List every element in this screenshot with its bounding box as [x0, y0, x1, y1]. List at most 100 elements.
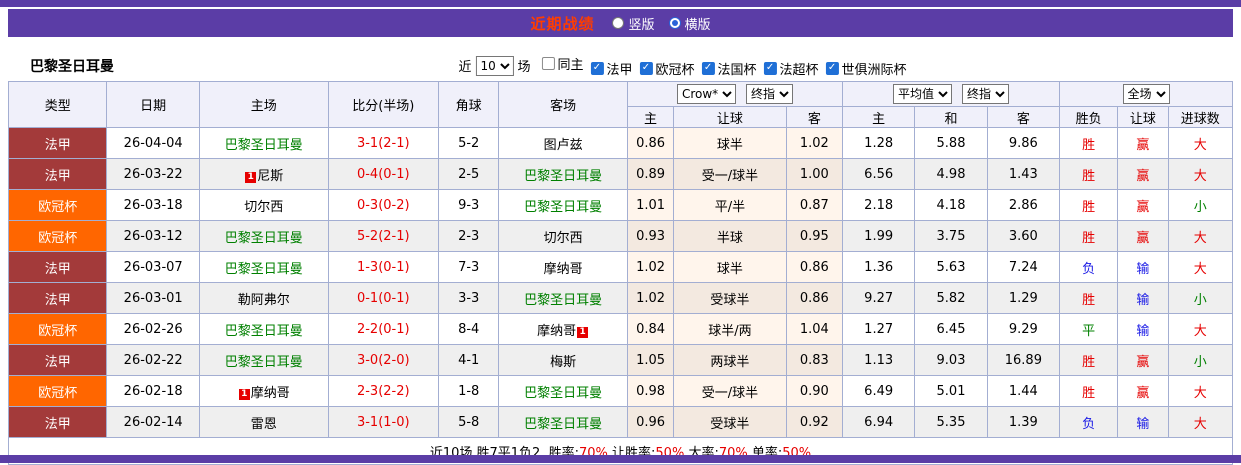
match-row: 欧冠杯 26-03-18 切尔西 0-3(0-2) 9-3 巴黎圣日耳曼 1.0…	[7, 189, 1234, 221]
checkbox-label: 法甲	[606, 62, 633, 78]
cell-avg-home: 6.56	[841, 158, 916, 190]
cell-avg-draw: 5.82	[914, 282, 988, 314]
cell-avg-away: 1.43	[986, 158, 1061, 190]
title-bar: 近期战绩 竖版 横版	[8, 9, 1233, 37]
cell-result-handicap: 输	[1117, 406, 1169, 438]
cell-league-type: 法甲	[7, 158, 108, 190]
col-header-date: 日期	[106, 81, 200, 128]
match-row: 法甲 26-03-22 1 尼斯 0-4(0-1) 2-5 巴黎圣日耳曼 0.89…	[7, 158, 1234, 190]
radio-label-vertical: 竖版	[628, 17, 655, 33]
cell-result-wl: 胜	[1059, 127, 1119, 159]
bookmaker-select[interactable]: Crow*	[676, 84, 736, 104]
cell-corner: 9-3	[438, 189, 500, 221]
cell-result-goals: 大	[1167, 158, 1234, 190]
filter-checkbox[interactable]: ✓ 世俱洲际杯	[825, 59, 907, 78]
cell-result-wl: 平	[1059, 313, 1119, 345]
checkbox-icon	[541, 57, 555, 70]
results-table: 类型 日期 主场 比分(半场) 角球 客场 Crow* 终指 平均值 终指 全场 主…	[7, 81, 1234, 465]
checkbox-icon: ✓	[590, 61, 604, 75]
cell-home-team: 1 尼斯	[198, 158, 329, 190]
recent-results-panel: 近期战绩 竖版 横版 巴黎圣日耳曼 近 10 场 同主 ✓ 法甲 ✓ 欧冠杯 ✓ 法国杯 ✓ 法…	[7, 9, 1234, 465]
cell-league-type: 法甲	[7, 127, 108, 159]
cell-score: 2-3(2-2)	[327, 375, 440, 407]
radio-horizontal-layout[interactable]: 横版	[668, 14, 711, 33]
cell-avg-away: 1.39	[986, 406, 1061, 438]
cell-result-goals: 大	[1167, 375, 1234, 407]
cell-result-wl: 胜	[1059, 344, 1119, 376]
cell-result-handicap: 输	[1117, 282, 1169, 314]
cell-avg-away: 9.86	[986, 127, 1061, 159]
cell-odds-home: 0.96	[626, 406, 675, 438]
cell-result-goals: 大	[1167, 406, 1234, 438]
recent-count-select[interactable]: 10	[475, 55, 514, 76]
match-row: 法甲 26-03-07 巴黎圣日耳曼 1-3(0-1) 7-3 摩纳哥 1.02…	[7, 251, 1234, 283]
cell-odds-away: 0.95	[785, 220, 843, 252]
cell-away-team: 巴黎圣日耳曼	[498, 375, 628, 407]
cell-result-wl: 胜	[1059, 158, 1119, 190]
radio-vertical-layout[interactable]: 竖版	[612, 14, 655, 33]
cell-away-team: 巴黎圣日耳曼	[498, 406, 628, 438]
red-card-badge: 1	[245, 171, 257, 183]
panel-title: 近期战绩	[530, 14, 595, 33]
cell-result-wl: 负	[1059, 406, 1119, 438]
cell-odds-home: 1.02	[626, 251, 675, 283]
cell-away-team: 梅斯	[498, 344, 628, 376]
red-card-badge: 1	[577, 326, 589, 338]
filter-checkbox[interactable]: 同主	[541, 54, 583, 73]
team-name: 巴黎圣日耳曼	[524, 168, 603, 184]
cell-away-team: 图卢兹	[498, 127, 628, 159]
cell-home-team: 雷恩	[198, 406, 329, 438]
odds-stage-select-1[interactable]: 终指	[745, 84, 793, 104]
cell-away-team: 巴黎圣日耳曼	[498, 189, 628, 221]
cell-result-goals: 小	[1167, 282, 1234, 314]
cell-result-handicap: 输	[1117, 313, 1169, 345]
cell-avg-home: 9.27	[841, 282, 916, 314]
cell-odds-away: 0.90	[785, 375, 843, 407]
cell-odds-handicap: 球半	[673, 251, 787, 283]
cell-avg-away: 1.29	[986, 282, 1061, 314]
checkbox-label: 同主	[557, 58, 584, 73]
scope-select[interactable]: 全场	[1122, 84, 1170, 104]
filter-checkbox[interactable]: ✓ 法超杯	[763, 59, 819, 78]
recent-label-suffix: 场	[517, 60, 531, 76]
checkbox-icon: ✓	[825, 61, 839, 75]
cell-score: 2-2(0-1)	[327, 313, 440, 345]
team-name-heading: 巴黎圣日耳曼	[30, 59, 114, 75]
subcol-result-goals: 进球数	[1167, 106, 1234, 128]
cell-score: 0-1(0-1)	[327, 282, 440, 314]
cell-odds-handicap: 球半	[673, 127, 787, 159]
match-row: 欧冠杯 26-02-26 巴黎圣日耳曼 2-2(0-1) 8-4 摩纳哥 1 0.…	[7, 313, 1234, 345]
team-name: 巴黎圣日耳曼	[224, 137, 303, 153]
cell-home-team: 巴黎圣日耳曼	[198, 313, 329, 345]
cell-odds-handicap: 受一/球半	[673, 158, 787, 190]
cell-date: 26-03-22	[106, 158, 200, 190]
match-row: 法甲 26-02-14 雷恩 3-1(1-0) 5-8 巴黎圣日耳曼 0.96 …	[7, 406, 1234, 438]
cell-odds-handicap: 受球半	[673, 282, 787, 314]
cell-away-team: 巴黎圣日耳曼	[498, 158, 628, 190]
results-tbody: 法甲 26-04-04 巴黎圣日耳曼 3-1(2-1) 5-2 图卢兹 0.86…	[7, 127, 1234, 438]
subcol-odds-away: 客	[785, 106, 843, 128]
cell-home-team: 巴黎圣日耳曼	[198, 251, 329, 283]
cell-result-goals: 大	[1167, 251, 1234, 283]
cell-odds-handicap: 两球半	[673, 344, 787, 376]
filter-checkbox[interactable]: ✓ 法甲	[590, 59, 633, 78]
filter-checkbox[interactable]: ✓ 法国杯	[701, 59, 757, 78]
cell-home-team: 勒阿弗尔	[198, 282, 329, 314]
average-select[interactable]: 平均值	[893, 84, 953, 104]
filter-checkbox[interactable]: ✓ 欧冠杯	[639, 59, 695, 78]
cell-odds-away: 0.86	[785, 282, 843, 314]
cell-avg-home: 1.27	[841, 313, 916, 345]
cell-home-team: 巴黎圣日耳曼	[198, 220, 329, 252]
cell-avg-away: 16.89	[986, 344, 1061, 376]
cell-home-team: 巴黎圣日耳曼	[198, 127, 329, 159]
cell-odds-home: 1.02	[626, 282, 675, 314]
team-name: 摩纳哥	[537, 323, 577, 339]
cell-odds-home: 0.93	[626, 220, 675, 252]
cell-odds-home: 0.89	[626, 158, 675, 190]
team-name: 梅斯	[550, 354, 577, 370]
league-filters: 同主 ✓ 法甲 ✓ 欧冠杯 ✓ 法国杯 ✓ 法超杯 ✓ 世俱洲际杯	[534, 54, 907, 78]
cell-corner: 5-2	[438, 127, 500, 159]
cell-odds-handicap: 球半/两	[673, 313, 787, 345]
cell-league-type: 欧冠杯	[7, 189, 108, 221]
odds-stage-select-2[interactable]: 终指	[962, 84, 1010, 104]
